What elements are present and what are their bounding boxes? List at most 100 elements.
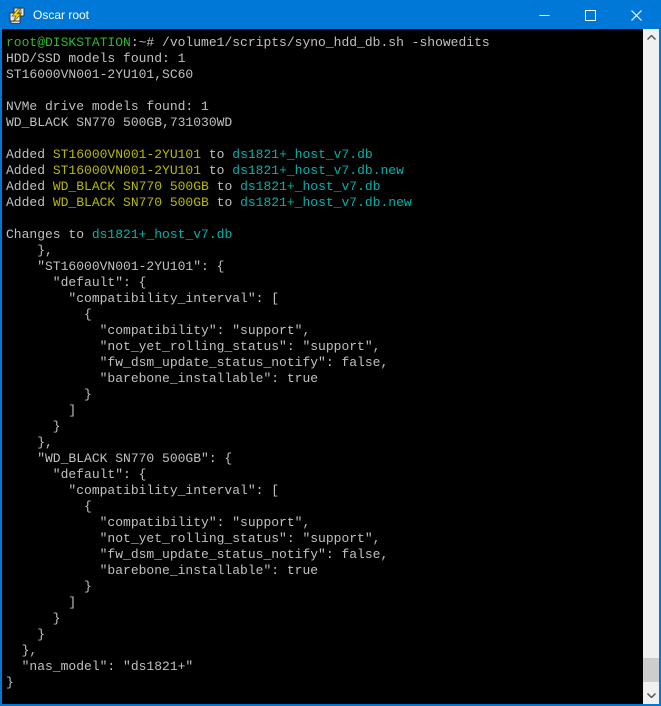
terminal-text-segment: ds1821+_host_v7.db.new [232,163,404,178]
terminal-text-segment: "WD_BLACK SN770 500GB": { [6,451,232,466]
terminal-text-segment: } [6,419,61,434]
terminal-text-segment: { [6,307,92,322]
window-body: root@DISKSTATION:~# /volume1/scripts/syn… [2,29,659,704]
terminal-line: ] [6,403,643,419]
terminal-line: "fw_dsm_update_status_notify": false, [6,355,643,371]
terminal-output[interactable]: root@DISKSTATION:~# /volume1/scripts/syn… [2,29,643,704]
terminal-line: }, [6,243,643,259]
terminal-text-segment: "ST16000VN001-2YU101": { [6,259,224,274]
terminal-line: "ST16000VN001-2YU101": { [6,259,643,275]
terminal-text-segment: ds1821+_host_v7.db [92,227,232,242]
terminal-text-segment: "default": { [6,275,146,290]
scrollbar-thumb[interactable] [643,658,659,682]
terminal-line: { [6,307,643,323]
terminal-text-segment: } [6,627,45,642]
putty-app-icon [8,7,26,25]
terminal-text-segment: "compatibility": "support", [6,323,310,338]
terminal-text-segment: Added [6,179,53,194]
terminal-text-segment: { [6,499,92,514]
terminal-text-segment: Added [6,147,53,162]
terminal-text-segment: }, [6,243,53,258]
close-icon [631,10,642,21]
terminal-text-segment: WD_BLACK SN770 500GB [53,195,209,210]
terminal-line: } [6,387,643,403]
terminal-text-segment: to [209,179,240,194]
maximize-icon [585,10,596,21]
terminal-text-segment: } [6,387,92,402]
terminal-line [6,131,643,147]
terminal-text-segment: "nas_model": "ds1821+" [6,659,193,674]
close-button[interactable] [613,2,659,29]
terminal-line: WD_BLACK SN770 500GB,731030WD [6,115,643,131]
terminal-text-segment: WD_BLACK SN770 500GB [53,179,209,194]
terminal-line: "default": { [6,467,643,483]
terminal-text-segment: "fw_dsm_update_status_notify": false, [6,355,388,370]
maximize-button[interactable] [567,2,613,29]
scrollbar-track[interactable] [643,46,659,687]
terminal-line: Added WD_BLACK SN770 500GB to ds1821+_ho… [6,195,643,211]
chevron-up-icon [647,35,656,40]
terminal-text-segment: "compatibility_interval": [ [6,483,279,498]
terminal-text-segment: Added [6,163,53,178]
terminal-line: Changes to ds1821+_host_v7.db [6,227,643,243]
terminal-line: }, [6,435,643,451]
terminal-text-segment: } [6,579,92,594]
titlebar[interactable]: Oscar root [2,2,659,29]
terminal-line: "compatibility_interval": [ [6,291,643,307]
terminal-line: HDD/SSD models found: 1 [6,51,643,67]
terminal-line: "compatibility_interval": [ [6,483,643,499]
terminal-line: } [6,611,643,627]
terminal-text-segment: "compatibility": "support", [6,515,310,530]
terminal-line: }, [6,643,643,659]
terminal-text-segment: "not_yet_rolling_status": "support", [6,531,380,546]
chevron-down-icon [647,693,656,698]
terminal-text-segment: ST16000VN001-2YU101,SC60 [6,67,193,82]
terminal-text-segment: } [6,675,14,690]
terminal-text-segment: "compatibility_interval": [ [6,291,279,306]
terminal-text-segment: ] [6,403,76,418]
minimize-button[interactable] [521,2,567,29]
terminal-line: NVMe drive models found: 1 [6,99,643,115]
terminal-line: Added ST16000VN001-2YU101 to ds1821+_hos… [6,163,643,179]
terminal-line: ST16000VN001-2YU101,SC60 [6,67,643,83]
terminal-text-segment: ds1821+_host_v7.db.new [240,195,412,210]
terminal-line: "fw_dsm_update_status_notify": false, [6,547,643,563]
scroll-down-button[interactable] [643,687,659,704]
terminal-line: Added ST16000VN001-2YU101 to ds1821+_hos… [6,147,643,163]
terminal-text-segment: ] [6,595,76,610]
terminal-line [6,83,643,99]
terminal-line: "not_yet_rolling_status": "support", [6,339,643,355]
terminal-line: Added WD_BLACK SN770 500GB to ds1821+_ho… [6,179,643,195]
terminal-line: } [6,627,643,643]
terminal-line: } [6,579,643,595]
terminal-text-segment: :~# /volume1/scripts/syno_hdd_db.sh -sho… [131,35,490,50]
scrollbar[interactable] [643,29,659,704]
terminal-line: "compatibility": "support", [6,323,643,339]
terminal-line: { [6,499,643,515]
terminal-line: root@DISKSTATION:~# /volume1/scripts/syn… [6,35,643,51]
window-controls [521,2,659,29]
terminal-text-segment: ds1821+_host_v7.db [240,179,380,194]
terminal-text-segment: ds1821+_host_v7.db [232,147,372,162]
terminal-text-segment: ST16000VN001-2YU101 [53,147,201,162]
terminal-text-segment: to [201,147,232,162]
terminal-text-segment: NVMe drive models found: 1 [6,99,209,114]
terminal-text-segment: "not_yet_rolling_status": "support", [6,339,380,354]
terminal-line: "barebone_installable": true [6,563,643,579]
terminal-text-segment: HDD/SSD models found: 1 [6,51,185,66]
terminal-line: ] [6,595,643,611]
window-title: Oscar root [33,2,89,29]
scroll-up-button[interactable] [643,29,659,46]
minimize-icon [539,10,550,21]
terminal-text-segment: "barebone_installable": true [6,563,318,578]
terminal-text-segment: to [209,195,240,210]
terminal-text-segment: } [6,611,61,626]
terminal-text-segment: ST16000VN001-2YU101 [53,163,201,178]
terminal-line: "default": { [6,275,643,291]
terminal-line: } [6,675,643,691]
terminal-text-segment: }, [6,643,37,658]
terminal-line: "barebone_installable": true [6,371,643,387]
terminal-text-segment: Changes to [6,227,92,242]
terminal-text-segment: root@DISKSTATION [6,35,131,50]
terminal-line: "nas_model": "ds1821+" [6,659,643,675]
